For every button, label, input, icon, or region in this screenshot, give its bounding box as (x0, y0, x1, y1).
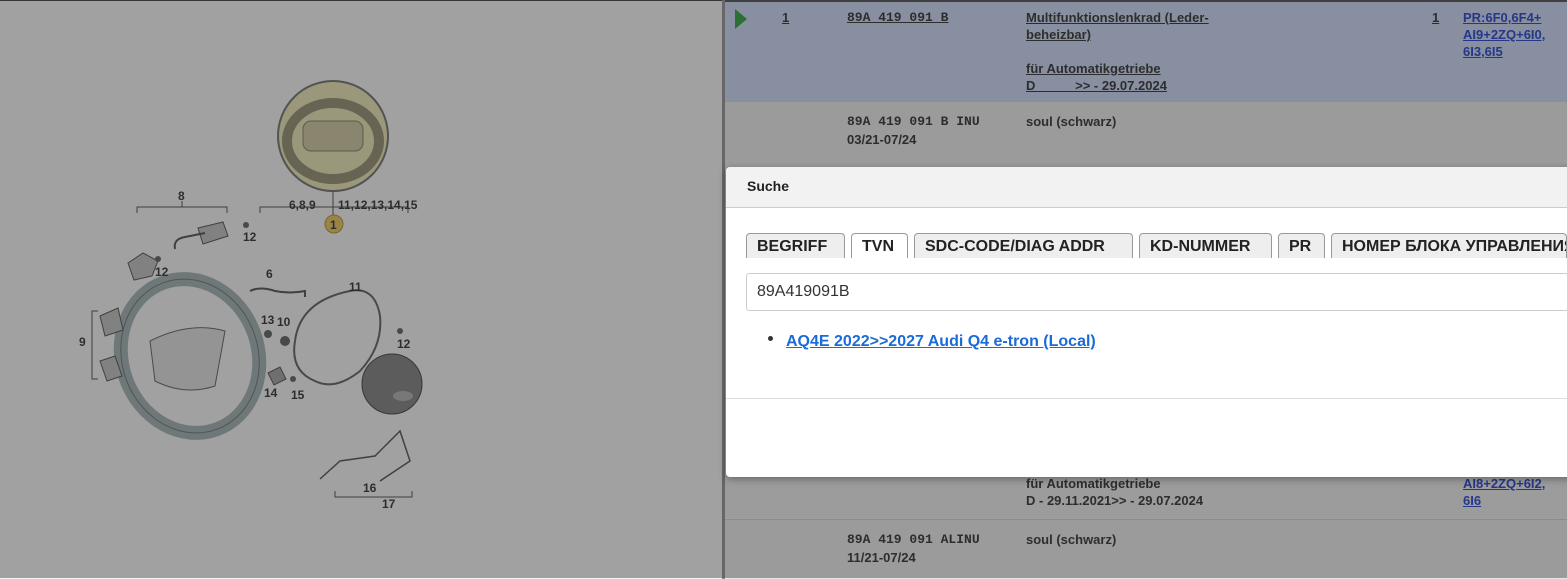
callout-11-15[interactable]: 11,12,13,14,15 (338, 198, 418, 212)
callout-8[interactable]: 8 (178, 189, 185, 203)
table-row-selected[interactable]: 1 89A 419 091 B Multifunktionslenkrad (L… (725, 0, 1567, 102)
description-line1[interactable]: Multifunktionslenkrad (Leder- (1026, 10, 1209, 25)
bullet-icon (768, 336, 773, 341)
callout-13[interactable]: 13 (261, 313, 275, 327)
search-dialog: Suche BEGRIFF TVN SDC-CODE/DIAG ADDR KD-… (726, 167, 1567, 477)
tab-sdc-code[interactable]: SDC-CODE/DIAG ADDR (914, 233, 1133, 258)
pr-code-line3[interactable]: 6I3,6I5 (1463, 44, 1503, 59)
tab-control-unit-number[interactable]: НОМЕР БЛОКА УПРАВЛЕНИЯ (1331, 233, 1567, 258)
callout-17[interactable]: 17 (382, 497, 396, 511)
search-result-link[interactable]: AQ4E 2022>>2027 Audi Q4 e-tron (Local) (786, 333, 1096, 351)
tab-kd-nummer[interactable]: KD-NUMMER (1139, 233, 1272, 258)
description-line4[interactable]: D >> - 29.07.2024 (1026, 78, 1167, 93)
description-line2: D - 29.11.2021>> - 29.07.2024 (1026, 493, 1204, 508)
part-number-variant: 89A 419 091 B INU (847, 114, 980, 129)
pr-code-line1[interactable]: AI8+2ZQ+6I2, (1463, 476, 1545, 491)
pr-code-line2[interactable]: 6I6 (1463, 493, 1481, 508)
part-number-variant: 89A 419 091 ALINU (847, 532, 980, 547)
exploded-diagram: 8 6,8,9 11,12,13,14,15 1 12 12 6 11 13 1… (0, 0, 722, 579)
pos-number[interactable]: 1 (782, 10, 789, 25)
callout-11[interactable]: 11 (349, 280, 362, 294)
dialog-title: Suche (747, 178, 790, 194)
callout-9[interactable]: 9 (79, 335, 86, 349)
callout-6[interactable]: 6 (266, 267, 273, 281)
date-range: 11/21-07/24 (847, 550, 916, 565)
dialog-divider (726, 398, 1567, 399)
description-line3[interactable]: für Automatikgetriebe (1026, 61, 1161, 76)
selected-row-arrow-icon (735, 9, 747, 29)
table-row[interactable]: 89A 419 091 B INU 03/21-07/24 soul (schw… (725, 102, 1567, 158)
tab-begriff[interactable]: BEGRIFF (746, 233, 845, 258)
table-row[interactable]: 89A 419 091 ALINU 11/21-07/24 soul (schw… (725, 519, 1567, 579)
color-description: soul (schwarz) (1026, 114, 1117, 129)
search-input[interactable] (746, 273, 1567, 311)
callout-12c[interactable]: 12 (397, 337, 411, 351)
callout-16[interactable]: 16 (363, 481, 377, 495)
pr-code-line2[interactable]: AI9+2ZQ+6I0, (1463, 27, 1545, 42)
date-range: 03/21-07/24 (847, 132, 917, 147)
steering-wheel-illustration: 8 6,8,9 11,12,13,14,15 1 12 12 6 11 13 1… (79, 80, 423, 511)
quantity[interactable]: 1 (1432, 10, 1439, 25)
description-line1: für Automatikgetriebe (1026, 476, 1161, 491)
tab-tvn[interactable]: TVN (851, 233, 908, 258)
color-description: soul (schwarz) (1026, 532, 1117, 547)
callout-6-8-9[interactable]: 6,8,9 (289, 198, 316, 212)
callout-10[interactable]: 10 (277, 315, 291, 329)
description-line2[interactable]: beheizbar) (1026, 27, 1091, 42)
dialog-header: Suche (726, 167, 1567, 208)
tab-pr[interactable]: PR (1278, 233, 1325, 258)
part-number[interactable]: 89A 419 091 B (847, 10, 948, 25)
callout-1[interactable]: 1 (330, 218, 337, 232)
pr-code-line1[interactable]: PR:6F0,6F4+ (1463, 10, 1541, 25)
callout-12b[interactable]: 12 (155, 265, 169, 279)
callout-15[interactable]: 15 (291, 388, 305, 402)
callout-12a[interactable]: 12 (243, 230, 257, 244)
callout-14[interactable]: 14 (264, 386, 278, 400)
